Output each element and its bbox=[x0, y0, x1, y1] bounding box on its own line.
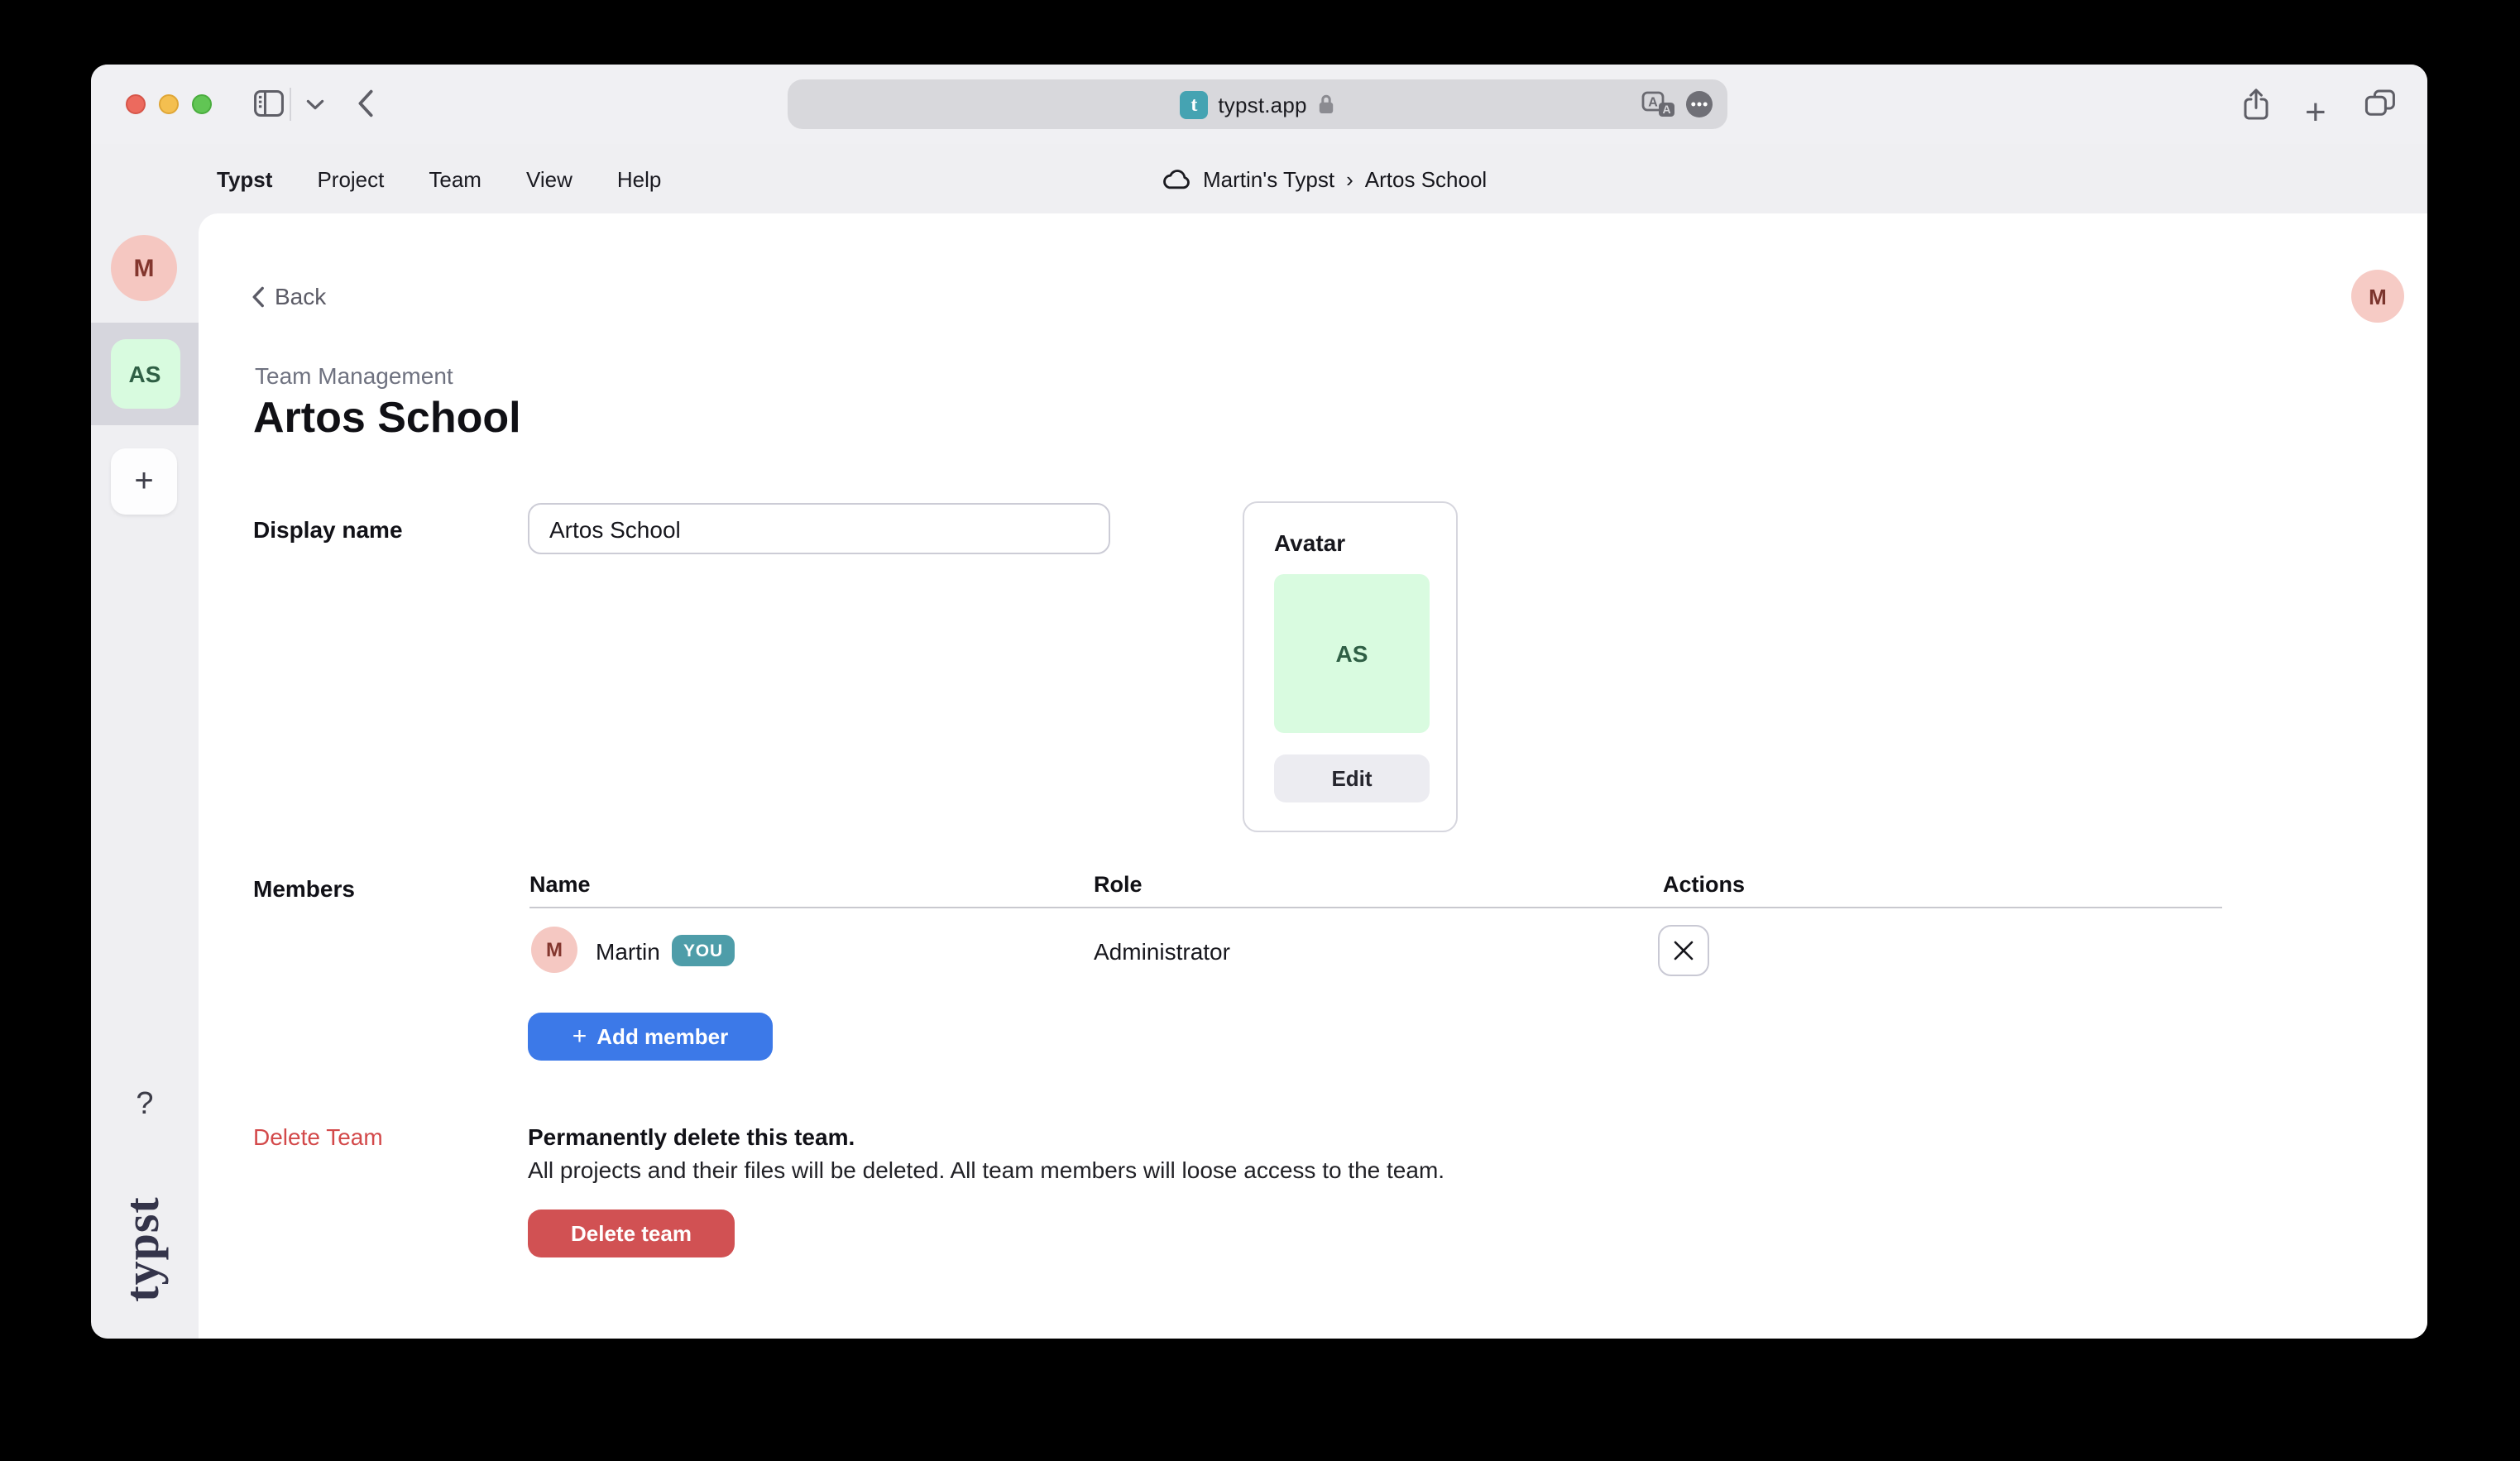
share-icon[interactable] bbox=[2242, 88, 2270, 121]
add-member-button[interactable]: + Add member bbox=[528, 1013, 773, 1061]
chevron-down-icon[interactable] bbox=[306, 99, 324, 111]
delete-team-label: Delete Team bbox=[253, 1123, 383, 1150]
back-link[interactable]: Back bbox=[252, 283, 326, 309]
toolbar-divider bbox=[290, 88, 291, 121]
sidebar-toggle-icon[interactable] bbox=[253, 89, 285, 117]
svg-text:A: A bbox=[1648, 94, 1658, 108]
browser-window: t typst.app A A bbox=[91, 65, 2427, 1339]
back-label: Back bbox=[275, 283, 326, 309]
table-divider bbox=[529, 907, 2222, 908]
breadcrumb[interactable]: Martin's Typst › Artos School bbox=[1162, 144, 1487, 213]
menu-bar: Typst Project Team View Help Martin's Ty… bbox=[91, 144, 2427, 213]
menu-item-view[interactable]: View bbox=[526, 166, 573, 191]
column-header-actions: Actions bbox=[1663, 872, 1745, 897]
avatar-card-title: Avatar bbox=[1274, 529, 1345, 556]
avatar-card: Avatar AS Edit bbox=[1243, 501, 1458, 832]
member-avatar: M bbox=[531, 927, 577, 973]
column-header-name: Name bbox=[529, 872, 591, 897]
url-text: typst.app bbox=[1218, 92, 1306, 117]
site-favicon: t bbox=[1180, 90, 1208, 118]
members-label: Members bbox=[253, 875, 355, 902]
edit-avatar-button[interactable]: Edit bbox=[1274, 754, 1430, 802]
translate-icon[interactable]: A A bbox=[1641, 90, 1676, 118]
member-role: Administrator bbox=[1094, 938, 1230, 965]
screen: t typst.app A A bbox=[0, 0, 2520, 1461]
page-subtitle: Team Management bbox=[255, 362, 453, 389]
lock-icon bbox=[1317, 93, 1335, 116]
plus-icon: + bbox=[573, 1022, 587, 1050]
menu-item-team[interactable]: Team bbox=[429, 166, 481, 191]
browser-toolbar: t typst.app A A bbox=[91, 65, 2427, 144]
back-button[interactable] bbox=[357, 89, 374, 117]
sidebar-user-avatar[interactable]: M bbox=[111, 235, 177, 301]
breadcrumb-separator: › bbox=[1346, 166, 1353, 191]
new-tab-icon[interactable]: + bbox=[2305, 91, 2326, 134]
add-member-label: Add member bbox=[596, 1024, 728, 1049]
you-badge: YOU bbox=[672, 935, 735, 966]
x-icon bbox=[1673, 940, 1694, 961]
back-chevron-icon bbox=[252, 285, 265, 307]
delete-warning-title: Permanently delete this team. bbox=[528, 1123, 855, 1150]
member-name: Martin bbox=[596, 938, 660, 965]
team-avatar-preview: AS bbox=[1274, 574, 1430, 733]
close-window-button[interactable] bbox=[126, 94, 146, 114]
display-name-label: Display name bbox=[253, 516, 403, 543]
breadcrumb-workspace[interactable]: Martin's Typst bbox=[1203, 166, 1334, 191]
breadcrumb-current: Artos School bbox=[1365, 166, 1487, 191]
help-button[interactable]: ? bbox=[91, 1087, 199, 1127]
tab-overview-icon[interactable] bbox=[2364, 89, 2396, 117]
column-header-role: Role bbox=[1094, 872, 1143, 897]
address-bar[interactable]: t typst.app A A bbox=[788, 79, 1727, 129]
remove-member-button[interactable] bbox=[1658, 925, 1709, 976]
main-content: Back Team Management Artos School M Disp… bbox=[199, 213, 2427, 1339]
svg-text:A: A bbox=[1663, 102, 1671, 115]
minimize-window-button[interactable] bbox=[159, 94, 179, 114]
zoom-window-button[interactable] bbox=[192, 94, 212, 114]
display-name-input[interactable] bbox=[528, 503, 1110, 554]
typst-wordmark: typst bbox=[117, 1196, 171, 1301]
page-title: Artos School bbox=[253, 392, 521, 443]
delete-team-button[interactable]: Delete team bbox=[528, 1210, 735, 1257]
app-sidebar: M AS + ? typst bbox=[91, 213, 199, 1339]
more-options-icon[interactable] bbox=[1684, 89, 1714, 119]
menu-item-help[interactable]: Help bbox=[617, 166, 662, 191]
add-team-button[interactable]: + bbox=[111, 448, 177, 515]
profile-avatar[interactable]: M bbox=[2351, 270, 2404, 323]
delete-warning-description: All projects and their files will be del… bbox=[528, 1157, 1444, 1183]
sidebar-team-avatar[interactable]: AS bbox=[110, 339, 180, 409]
cloud-icon bbox=[1162, 168, 1191, 189]
menu-item-typst[interactable]: Typst bbox=[217, 166, 272, 191]
menu-item-project[interactable]: Project bbox=[317, 166, 384, 191]
